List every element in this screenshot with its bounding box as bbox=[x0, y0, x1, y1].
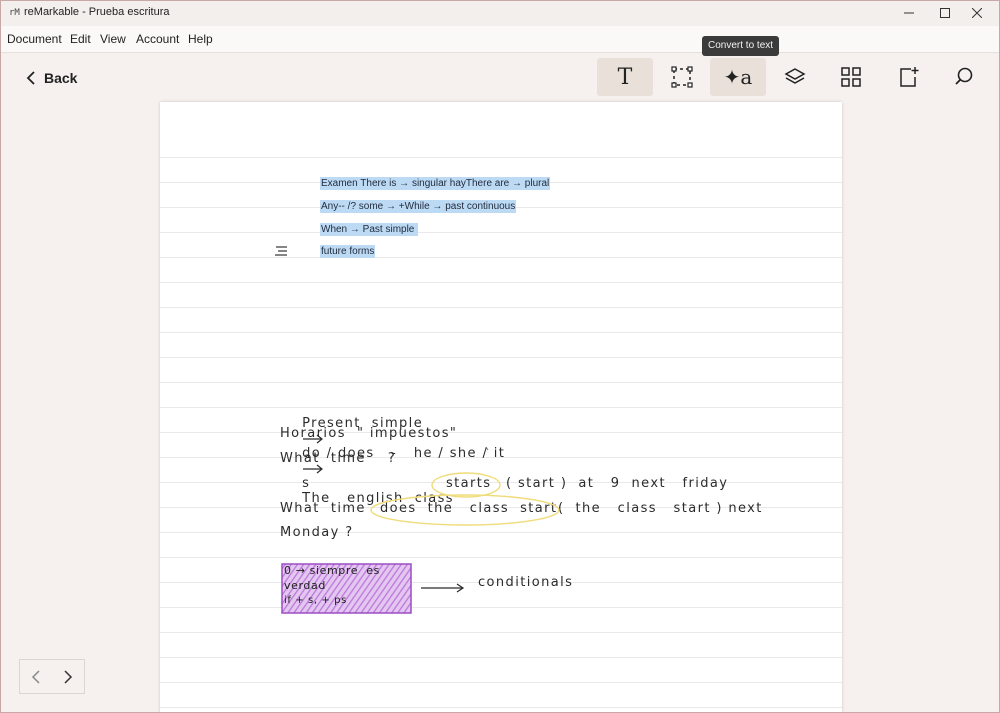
back-label: Back bbox=[44, 70, 78, 86]
search-icon bbox=[955, 67, 973, 85]
handwriting-text: verdad bbox=[284, 579, 326, 592]
chevron-left-icon bbox=[26, 71, 35, 85]
menu-edit[interactable]: Edit bbox=[70, 32, 91, 46]
arrow-right-icon bbox=[421, 583, 465, 593]
page-navigation bbox=[19, 659, 85, 694]
title-bar: rM reMarkable - Prueba escritura bbox=[0, 0, 1000, 26]
close-icon bbox=[972, 8, 982, 18]
convert-to-text-button[interactable]: ✦a bbox=[710, 58, 766, 96]
layers-button[interactable] bbox=[767, 58, 823, 96]
toolbar: Back T ✦a bbox=[0, 53, 1000, 103]
layers-icon bbox=[784, 68, 806, 84]
chevron-right-icon bbox=[64, 669, 73, 684]
app-icon: rM bbox=[9, 8, 20, 18]
add-page-button[interactable] bbox=[880, 58, 936, 96]
handwriting-text: conditionals bbox=[478, 575, 574, 590]
add-page-icon bbox=[900, 67, 919, 87]
search-button[interactable] bbox=[936, 58, 992, 96]
menu-view[interactable]: View bbox=[100, 32, 126, 46]
selection-tool-button[interactable] bbox=[654, 58, 710, 96]
chevron-left-icon bbox=[31, 669, 40, 684]
text-tool-button[interactable]: T bbox=[597, 58, 653, 96]
yellow-circle-annotations bbox=[370, 446, 560, 526]
previous-page-button[interactable] bbox=[20, 660, 52, 693]
back-button[interactable]: Back bbox=[26, 67, 77, 89]
next-page-button[interactable] bbox=[52, 660, 84, 693]
handwriting-text: 0 → siempre es bbox=[284, 564, 381, 577]
maximize-icon bbox=[940, 8, 950, 18]
convert-to-text-tooltip: Convert to text bbox=[702, 36, 780, 56]
selection-tool-icon bbox=[671, 66, 693, 88]
handwriting-text: if + s, + ps bbox=[284, 595, 347, 606]
menu-account[interactable]: Account bbox=[136, 32, 179, 46]
convert-to-text-icon: ✦a bbox=[723, 65, 753, 89]
menu-help[interactable]: Help bbox=[188, 32, 213, 46]
menu-document[interactable]: Document bbox=[7, 32, 62, 46]
text-tool-icon: T bbox=[617, 64, 633, 90]
close-button[interactable] bbox=[954, 0, 1000, 26]
minimize-icon bbox=[904, 12, 914, 14]
notebook-page[interactable]: Examen There is → singular hayThere are … bbox=[160, 102, 842, 713]
menu-bar: Document Edit View Account Help bbox=[0, 26, 1000, 53]
window-title: reMarkable - Prueba escritura bbox=[24, 6, 170, 18]
page-overview-icon bbox=[841, 67, 861, 87]
page-overview-button[interactable] bbox=[823, 58, 879, 96]
